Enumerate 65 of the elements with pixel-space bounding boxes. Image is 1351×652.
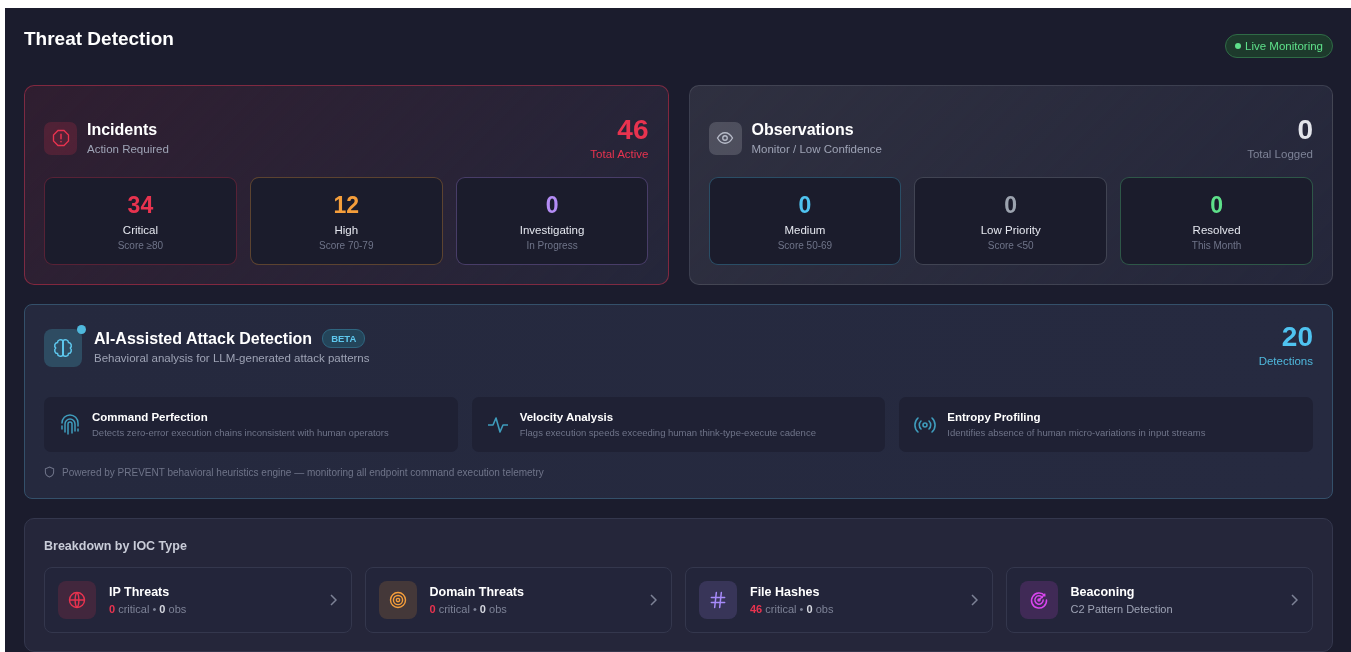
stat-value: 12 xyxy=(333,191,360,219)
total-count: 20 xyxy=(1280,323,1313,351)
ioc-type-item[interactable]: Beaconing C2 Pattern Detection xyxy=(1005,567,1313,633)
globe-icon xyxy=(67,590,87,610)
stat-value: 0 xyxy=(1210,191,1223,219)
stat-caption: Score 50-69 xyxy=(777,239,833,251)
feature-description: Flags execution speeds exceeding human think-type-execute cadence xyxy=(519,427,816,438)
ioc-counts: 0 critical • 0 obs xyxy=(109,603,188,615)
ioc-counts: 46 critical • 0 obs xyxy=(750,603,835,615)
shield-icon xyxy=(44,466,55,478)
ioc-type-name: Beaconing xyxy=(1070,585,1136,599)
ioc-type-item[interactable]: Domain Threats 0 critical • 0 obs xyxy=(364,567,672,633)
live-monitoring-badge: Live Monitoring xyxy=(1225,34,1333,58)
feature-description: Identifies absence of human micro-variations in input streams xyxy=(947,427,1206,438)
ioc-type-name: File Hashes xyxy=(750,585,821,599)
chevron-right-icon xyxy=(649,594,657,606)
beta-badge: BETA xyxy=(322,329,366,348)
chevron-right-icon xyxy=(328,594,337,606)
stat-value: 34 xyxy=(127,191,154,219)
alert-octagon-icon xyxy=(51,129,70,147)
stat-value: 0 xyxy=(798,191,812,219)
ioc-type-item[interactable]: File Hashes 46 critical • 0 obs xyxy=(685,567,993,633)
total-label: Total Logged xyxy=(1247,148,1313,160)
card-subtitle: Behavioral analysis for LLM-generated attack patterns xyxy=(94,352,371,364)
card-subtitle: Monitor / Low Confidence xyxy=(751,143,883,155)
ioc-counts: 0 critical • 0 obs xyxy=(429,603,508,615)
footnote: Powered by PREVENT behavioral heuristics engine — monitoring all endpoint command execution telemetry xyxy=(62,466,544,478)
feature-title: Entropy Profiling xyxy=(947,411,1042,423)
stat-caption: Score <50 xyxy=(987,239,1034,251)
radar-icon xyxy=(1028,590,1049,610)
feature-title: Velocity Analysis xyxy=(519,411,615,423)
stat-label: High xyxy=(334,223,359,236)
card-title: Incidents xyxy=(87,121,159,139)
stat-value: 0 xyxy=(1004,191,1018,219)
card-title: Observations xyxy=(751,121,855,139)
stat-label: Investigating xyxy=(519,223,585,236)
chevron-right-icon xyxy=(1290,594,1298,606)
stat-caption: Score 70-79 xyxy=(319,239,374,251)
stat-caption: This Month xyxy=(1191,239,1242,251)
card-title: AI-Assisted Attack Detection xyxy=(94,329,313,348)
stat-caption: In Progress xyxy=(526,239,578,251)
stat-value: 0 xyxy=(545,191,559,219)
total-label: Total Active xyxy=(590,148,649,160)
stat-label: Critical xyxy=(122,223,158,236)
stat-label: Low Priority xyxy=(980,223,1041,236)
feature-title: Command Perfection xyxy=(92,411,209,423)
section-title: Breakdown by IOC Type xyxy=(44,539,188,553)
stat-label: Resolved xyxy=(1192,223,1241,236)
hash-icon xyxy=(708,590,728,610)
fingerprint-icon xyxy=(58,412,82,437)
total-count: 46 xyxy=(616,116,649,144)
stat-label: Medium xyxy=(784,223,826,236)
total-count: 0 xyxy=(1296,116,1313,144)
ioc-description: C2 Pattern Detection xyxy=(1070,603,1174,615)
total-label: Detections xyxy=(1258,355,1313,367)
page-title: Threat Detection xyxy=(24,28,174,50)
ioc-type-name: IP Threats xyxy=(109,585,171,599)
feature-description: Detects zero-error execution chains inconsistent with human operators xyxy=(92,427,389,438)
stat-caption: Score ≥80 xyxy=(117,239,164,251)
ioc-type-name: Domain Threats xyxy=(429,585,525,599)
chevron-right-icon xyxy=(969,594,978,606)
target-icon xyxy=(387,590,408,610)
card-subtitle: Action Required xyxy=(87,143,170,155)
eye-icon xyxy=(716,129,734,147)
ioc-type-item[interactable]: IP Threats 0 critical • 0 obs xyxy=(44,567,352,633)
